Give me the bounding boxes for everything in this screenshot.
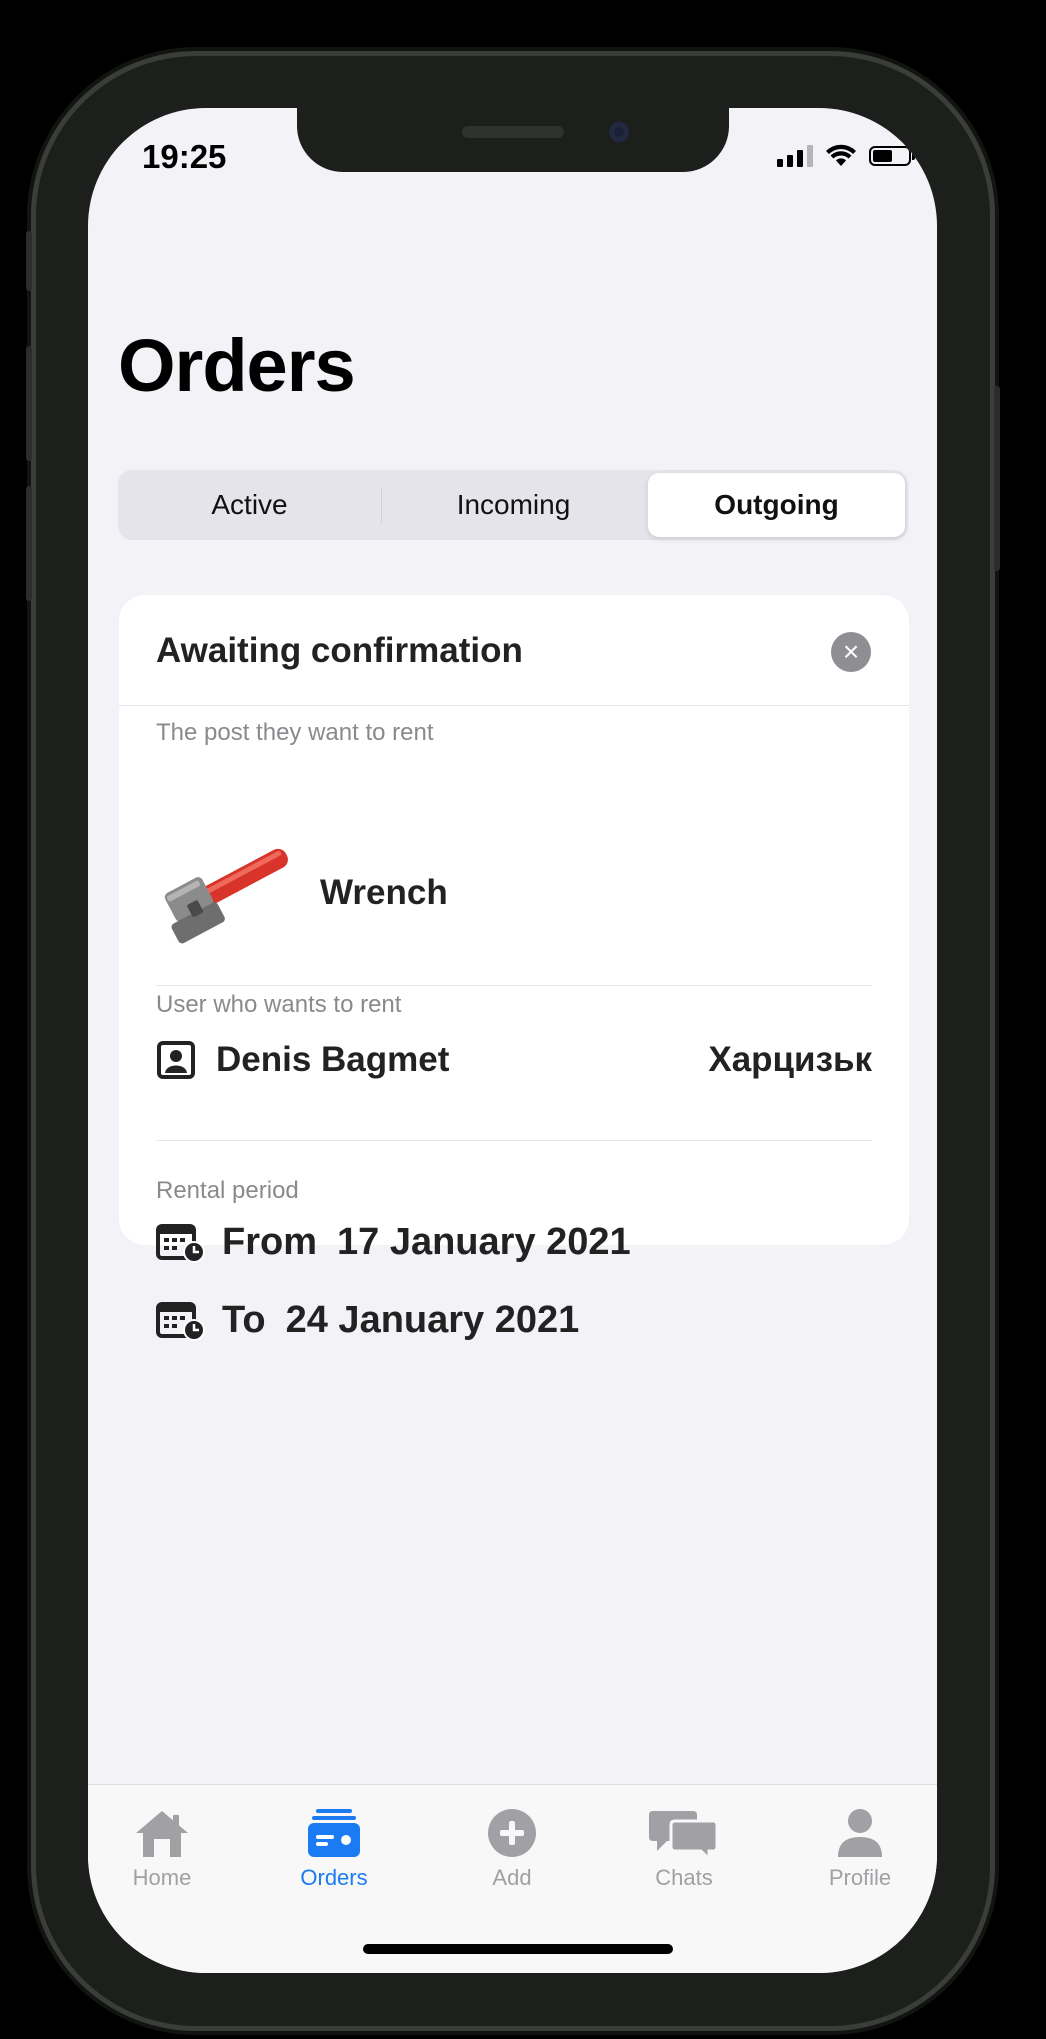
- power-button: [994, 386, 1000, 571]
- user-section-label: User who wants to rent: [156, 991, 402, 1018]
- status-icons: [777, 144, 915, 168]
- person-icon: [838, 1809, 882, 1857]
- plus-circle-icon: [488, 1809, 536, 1857]
- cellular-signal-icon: [777, 145, 813, 167]
- status-time: 19:25: [142, 138, 227, 175]
- user-city: Харцизьк: [708, 1040, 872, 1079]
- earpiece-speaker: [462, 126, 564, 138]
- from-date: 17 January 2021: [337, 1220, 631, 1263]
- mute-switch: [26, 231, 32, 291]
- rental-from-row: From 17 January 2021: [156, 1220, 631, 1264]
- to-label: To: [222, 1298, 266, 1341]
- house-icon: [136, 1811, 188, 1857]
- user-name: Denis Bagmet: [216, 1040, 450, 1079]
- orders-icon: [308, 1809, 360, 1857]
- order-card-header: Awaiting confirmation ×: [119, 595, 909, 706]
- contact-card-icon: [157, 1041, 195, 1079]
- user-row[interactable]: Denis Bagmet Харцизьк: [156, 1035, 872, 1085]
- notch: [297, 108, 729, 172]
- post-name: Wrench: [320, 873, 448, 912]
- segment-incoming[interactable]: Incoming: [385, 473, 642, 537]
- volume-up-button: [26, 346, 32, 461]
- tab-bar: Home Orders Add Chats Profile: [88, 1784, 937, 1973]
- segment-outgoing[interactable]: Outgoing: [648, 473, 905, 537]
- tab-add-label: Add: [492, 1865, 532, 1890]
- tab-chats-label: Chats: [655, 1865, 713, 1890]
- order-type-segmented-control: Active Incoming Outgoing: [118, 470, 908, 540]
- wifi-icon: [826, 144, 856, 166]
- divider: [156, 1140, 872, 1141]
- tab-chats[interactable]: Chats: [624, 1807, 744, 1891]
- battery-icon: [869, 146, 915, 166]
- home-indicator[interactable]: [363, 1944, 673, 1954]
- close-icon[interactable]: ×: [831, 632, 871, 672]
- post-section-label: The post they want to rent: [156, 719, 434, 746]
- wrench-image: [164, 848, 288, 944]
- tab-profile-label: Profile: [828, 1865, 892, 1890]
- calendar-clock-icon: [156, 1224, 205, 1263]
- rental-period-label: Rental period: [156, 1177, 299, 1204]
- calendar-clock-icon: [156, 1302, 205, 1341]
- tab-orders-label: Orders: [300, 1865, 368, 1890]
- post-row[interactable]: Wrench: [156, 835, 872, 945]
- front-camera: [609, 122, 629, 142]
- volume-down-button: [26, 486, 32, 601]
- to-date: 24 January 2021: [285, 1298, 580, 1341]
- order-card[interactable]: Awaiting confirmation × The post they wa…: [119, 595, 909, 1341]
- tab-add[interactable]: Add: [452, 1807, 572, 1891]
- tab-home[interactable]: Home: [102, 1807, 222, 1891]
- segment-active[interactable]: Active: [121, 473, 378, 537]
- tab-orders[interactable]: Orders: [274, 1807, 394, 1891]
- app-screen: 19:25 Orders Active Incoming Outgoing Aw…: [88, 108, 937, 1973]
- chat-bubbles-icon: [649, 1811, 719, 1859]
- tab-home-label: Home: [132, 1865, 192, 1890]
- order-status-title: Awaiting confirmation: [156, 631, 523, 670]
- tab-profile[interactable]: Profile: [800, 1807, 920, 1891]
- page-title: Orders: [118, 324, 356, 407]
- divider: [156, 985, 872, 986]
- segment-divider: [381, 487, 382, 523]
- rental-to-row: To 24 January 2021: [156, 1298, 579, 1342]
- from-label: From: [222, 1220, 317, 1263]
